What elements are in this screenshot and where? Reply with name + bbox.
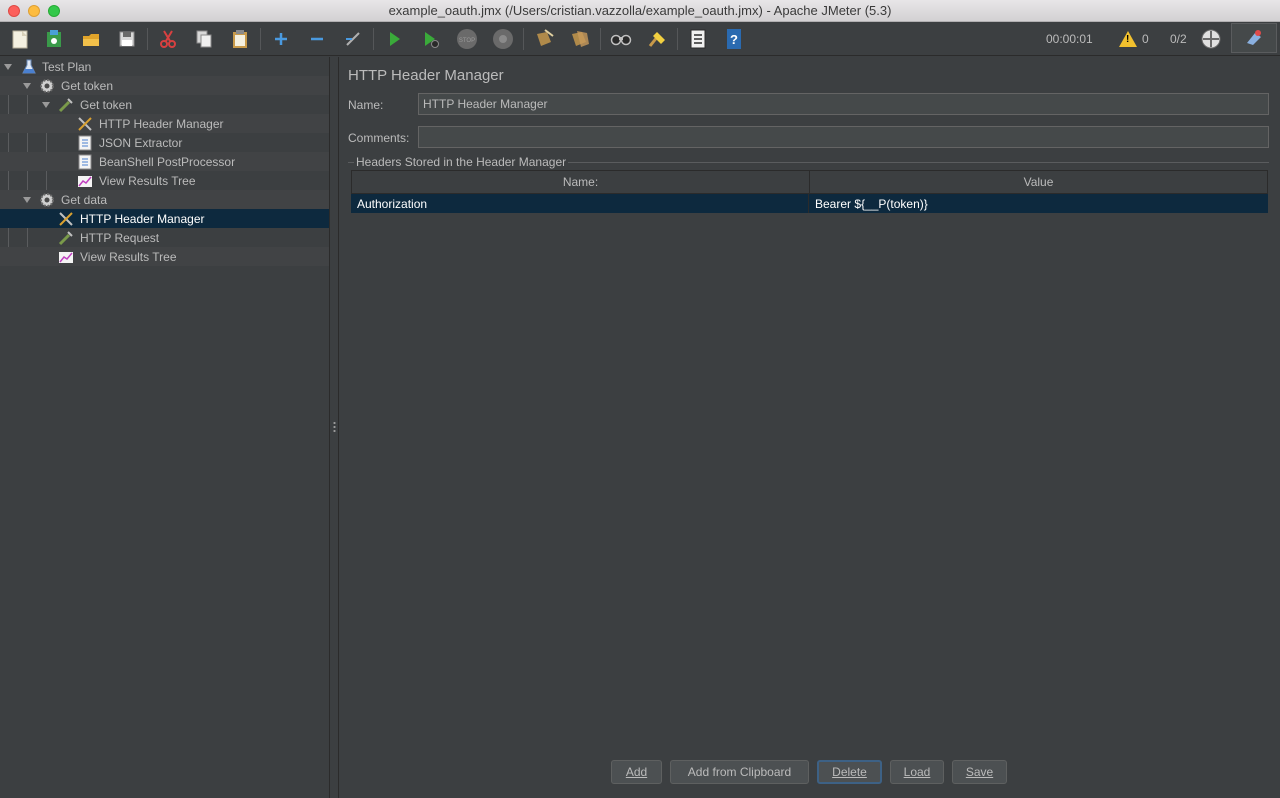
log-viewer-icon <box>1247 30 1261 45</box>
page-title: HTTP Header Manager <box>348 67 504 84</box>
window-controls <box>8 5 60 17</box>
warning-icon[interactable] <box>1119 31 1137 47</box>
comments-field[interactable] <box>418 126 1269 148</box>
new-icon[interactable] <box>7 26 33 52</box>
maximize-window-button[interactable] <box>48 5 60 17</box>
chevron-down-icon[interactable] <box>42 102 50 108</box>
start-icon[interactable] <box>381 26 407 52</box>
delete-button[interactable]: Delete <box>817 760 882 784</box>
column-header-name[interactable]: Name: <box>352 171 810 193</box>
shutdown-icon[interactable] <box>490 26 516 52</box>
gear-icon <box>39 192 55 208</box>
toolbar-separator <box>677 28 678 50</box>
main-toolbar: STOP ? 00:00:01 0 0/2 <box>0 22 1280 56</box>
save-icon[interactable] <box>114 26 140 52</box>
tree-item-get-token-group[interactable]: Get token <box>0 76 329 95</box>
reset-search-icon[interactable] <box>644 26 670 52</box>
warning-count: 0 <box>1142 32 1149 46</box>
collapse-icon[interactable] <box>304 26 330 52</box>
toolbar-separator <box>373 28 374 50</box>
pipette-icon <box>58 230 74 246</box>
test-plan-tree[interactable]: Test Plan Get token Get token HTTP Heade… <box>0 57 330 798</box>
tree-item-http-request[interactable]: HTTP Request <box>0 228 329 247</box>
log-viewer-button[interactable] <box>1231 23 1277 53</box>
search-icon[interactable] <box>608 26 634 52</box>
comments-label: Comments: <box>348 131 410 145</box>
document-icon <box>77 154 93 170</box>
element-editor: HTTP Header Manager Name: Comments: Head… <box>340 57 1280 798</box>
toolbar-separator <box>260 28 261 50</box>
load-button[interactable]: Load <box>890 760 944 784</box>
paste-icon[interactable] <box>227 26 253 52</box>
stop-icon[interactable]: STOP <box>454 26 480 52</box>
tree-item-get-token-sampler[interactable]: Get token <box>0 95 329 114</box>
start-no-pauses-icon[interactable] <box>417 26 443 52</box>
graph-icon <box>77 173 93 189</box>
svg-text:?: ? <box>730 32 738 47</box>
flask-icon <box>21 59 37 75</box>
thread-count: 0/2 <box>1170 32 1187 46</box>
table-row[interactable]: Authorization Bearer ${__P(token)} <box>351 194 1268 213</box>
table-header: Name: Value <box>351 170 1268 194</box>
cut-icon[interactable] <box>155 26 181 52</box>
tools-icon <box>77 116 93 132</box>
header-value-cell[interactable]: Bearer ${__P(token)} <box>809 194 1268 213</box>
add-button[interactable]: Add <box>611 760 662 784</box>
tree-item-header-manager-1[interactable]: HTTP Header Manager <box>0 114 329 133</box>
tree-item-json-extractor[interactable]: JSON Extractor <box>0 133 329 152</box>
headers-group-title: Headers Stored in the Header Manager <box>354 155 569 169</box>
svg-text:STOP: STOP <box>459 38 475 44</box>
chevron-down-icon[interactable] <box>23 197 31 203</box>
minimize-window-button[interactable] <box>28 5 40 17</box>
tree-item-get-data-group[interactable]: Get data <box>0 190 329 209</box>
copy-icon[interactable] <box>191 26 217 52</box>
document-icon <box>77 135 93 151</box>
window-title-bar: example_oauth.jmx (/Users/cristian.vazzo… <box>0 0 1280 22</box>
help-icon[interactable]: ? <box>721 26 747 52</box>
graph-icon <box>58 249 74 265</box>
function-helper-icon[interactable] <box>685 26 711 52</box>
name-label: Name: <box>348 98 384 112</box>
name-field[interactable] <box>418 93 1269 115</box>
column-header-value[interactable]: Value <box>810 171 1267 193</box>
chevron-down-icon[interactable] <box>23 83 31 89</box>
toolbar-separator <box>600 28 601 50</box>
tree-item-test-plan[interactable]: Test Plan <box>0 57 329 76</box>
window-title: example_oauth.jmx (/Users/cristian.vazzo… <box>388 3 892 18</box>
header-name-cell[interactable]: Authorization <box>351 194 809 213</box>
clear-icon[interactable] <box>531 26 557 52</box>
pipette-icon <box>58 97 74 113</box>
gear-icon <box>39 78 55 94</box>
templates-icon[interactable] <box>41 26 67 52</box>
chevron-down-icon[interactable] <box>4 64 12 70</box>
tree-item-view-results-tree-2[interactable]: View Results Tree <box>0 247 329 266</box>
tools-icon <box>58 211 74 227</box>
splitter-handle-icon[interactable] <box>333 421 336 433</box>
open-icon[interactable] <box>78 26 104 52</box>
close-window-button[interactable] <box>8 5 20 17</box>
expand-icon[interactable] <box>268 26 294 52</box>
tree-item-header-manager-2[interactable]: HTTP Header Manager <box>0 209 329 228</box>
toolbar-separator <box>147 28 148 50</box>
tree-item-beanshell-postprocessor[interactable]: BeanShell PostProcessor <box>0 152 329 171</box>
save-button[interactable]: Save <box>952 760 1007 784</box>
elapsed-time: 00:00:01 <box>1046 32 1093 46</box>
tree-item-view-results-tree-1[interactable]: View Results Tree <box>0 171 329 190</box>
toolbar-separator <box>523 28 524 50</box>
clear-all-icon[interactable] <box>567 26 593 52</box>
headers-table[interactable]: Name: Value Authorization Bearer ${__P(t… <box>351 170 1268 213</box>
remote-status-icon[interactable] <box>1198 26 1224 52</box>
headers-group: Headers Stored in the Header Manager <box>348 155 1269 792</box>
toggle-icon[interactable] <box>340 26 366 52</box>
add-from-clipboard-button[interactable]: Add from Clipboard <box>670 760 809 784</box>
